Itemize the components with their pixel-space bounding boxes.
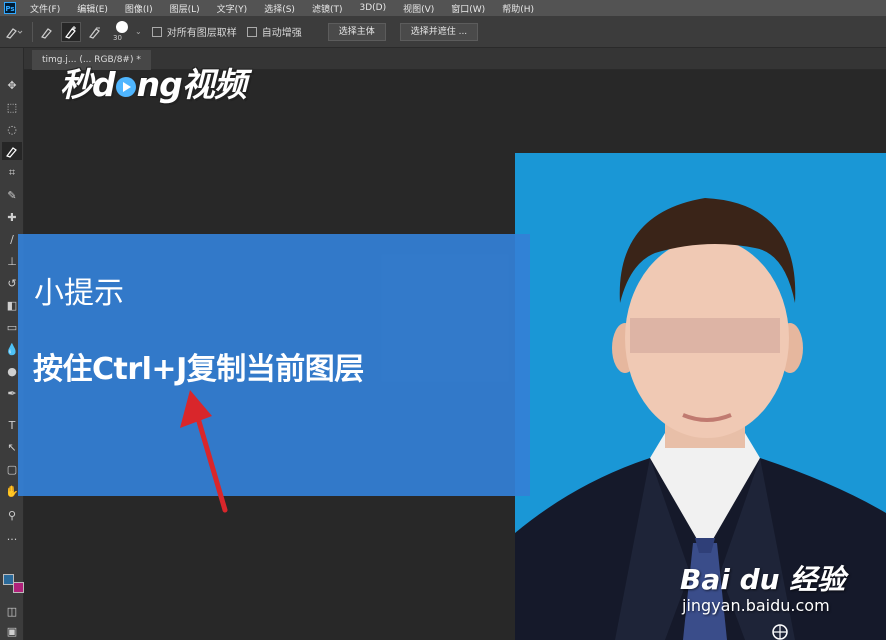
quick-mask-icon[interactable]: ◫	[2, 602, 22, 620]
menu-image[interactable]: 图像(I)	[125, 2, 153, 15]
quick-select-icon[interactable]	[2, 142, 22, 160]
menu-view[interactable]: 视图(V)	[403, 2, 434, 15]
menu-type[interactable]: 文字(Y)	[217, 2, 248, 15]
divider	[32, 21, 33, 42]
chevron-down-icon[interactable]: ⌄	[135, 27, 142, 36]
select-subject-button[interactable]: 选择主体	[327, 22, 386, 41]
add-to-selection-brush-icon[interactable]	[61, 21, 81, 42]
sample-all-layers-label: 对所有图层取样	[166, 28, 237, 39]
baidu-brand: Bai du 经验	[680, 563, 846, 596]
menu-bar: Ps 文件(F) 编辑(E) 图像(I) 图层(L) 文字(Y) 选择(S) 滤…	[0, 0, 886, 16]
brush-size-value: 30	[113, 33, 122, 42]
checkbox-box[interactable]	[151, 26, 162, 37]
eyedropper-icon[interactable]: ✎	[2, 186, 22, 204]
new-selection-brush-icon[interactable]	[37, 22, 57, 42]
marquee-icon[interactable]: ⬚	[2, 98, 22, 116]
foreground-color-swatch[interactable]	[3, 574, 14, 585]
menu-window[interactable]: 窗口(W)	[451, 2, 485, 15]
watermark-text-prefix: 秒d	[60, 65, 116, 104]
healing-brush-icon[interactable]: ✚	[2, 208, 22, 226]
tip-title: 小提示	[34, 276, 124, 311]
watermark-text-suffix: ng视频	[136, 65, 247, 104]
screen-mode-icon[interactable]: ▣	[2, 622, 22, 640]
menu-file[interactable]: 文件(F)	[30, 2, 60, 15]
photoshop-logo-icon: Ps	[4, 2, 16, 14]
menu-help[interactable]: 帮助(H)	[502, 2, 534, 15]
move-icon[interactable]: ✥	[2, 76, 22, 94]
brush-size-picker[interactable]: 30	[111, 19, 133, 45]
menu-filter[interactable]: 滤镜(T)	[312, 2, 343, 15]
play-icon	[115, 76, 136, 97]
auto-enhance-checkbox[interactable]: 自动增强	[246, 24, 302, 39]
crop-icon[interactable]: ⌗	[2, 164, 22, 182]
tool-preset-picker-icon[interactable]	[4, 22, 24, 42]
checkbox-box[interactable]	[246, 26, 257, 37]
menu-select[interactable]: 选择(S)	[264, 2, 295, 15]
crosshair-cursor-icon	[772, 624, 788, 640]
sample-all-layers-checkbox[interactable]: 对所有图层取样	[151, 24, 237, 39]
zoom-icon[interactable]: ⚲	[2, 506, 22, 524]
red-arrow-icon	[180, 390, 228, 513]
subtract-from-selection-brush-icon[interactable]	[85, 22, 105, 42]
tip-overlay: 小提示 按住Ctrl+J复制当前图层	[18, 234, 530, 496]
select-and-mask-button[interactable]: 选择并遮住 ...	[399, 22, 479, 41]
options-bar: 30 ⌄ 对所有图层取样 自动增强 选择主体 选择并遮住 ...	[0, 16, 886, 48]
menu-3d[interactable]: 3D(D)	[359, 3, 386, 13]
video-watermark-logo: 秒d ng视频	[60, 58, 247, 106]
background-color-swatch[interactable]	[13, 582, 24, 593]
more-tools-icon[interactable]: ···	[2, 530, 22, 548]
baidu-url: jingyan.baidu.com	[682, 596, 830, 615]
lasso-icon[interactable]: ◌	[2, 120, 22, 138]
menu-layer[interactable]: 图层(L)	[170, 2, 200, 15]
auto-enhance-label: 自动增强	[261, 28, 302, 39]
menu-edit[interactable]: 编辑(E)	[77, 2, 108, 15]
baidu-jingyan-watermark: Bai du 经验 jingyan.baidu.com	[680, 558, 846, 615]
brush-dot-icon	[116, 20, 128, 33]
